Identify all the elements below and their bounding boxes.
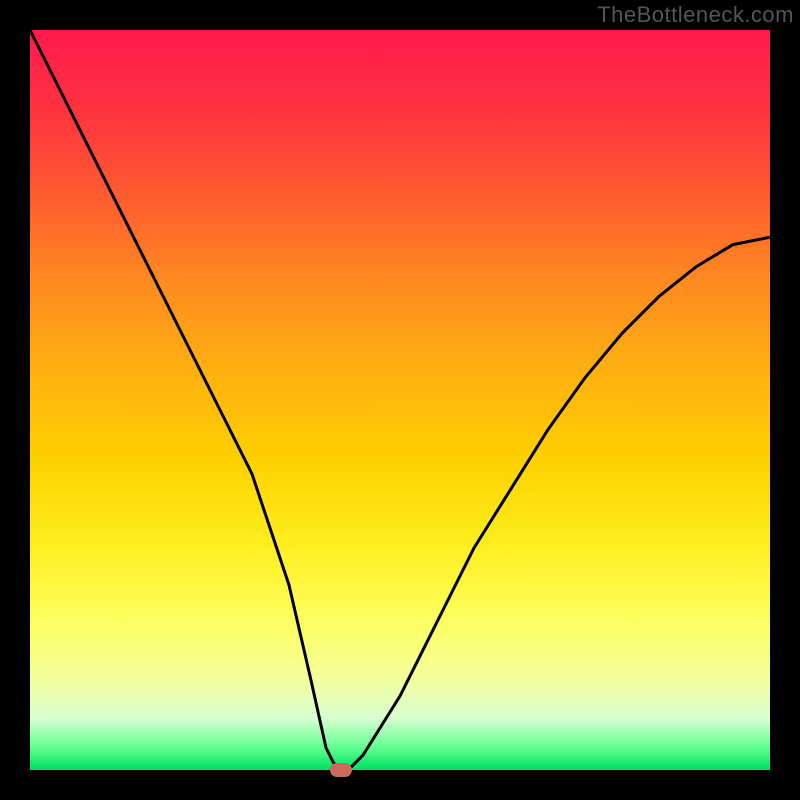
watermark-label: TheBottleneck.com — [597, 2, 794, 28]
curve-path — [30, 30, 770, 770]
bottleneck-curve — [30, 30, 770, 770]
optimum-marker-icon — [330, 763, 352, 777]
chart-frame: TheBottleneck.com — [0, 0, 800, 800]
